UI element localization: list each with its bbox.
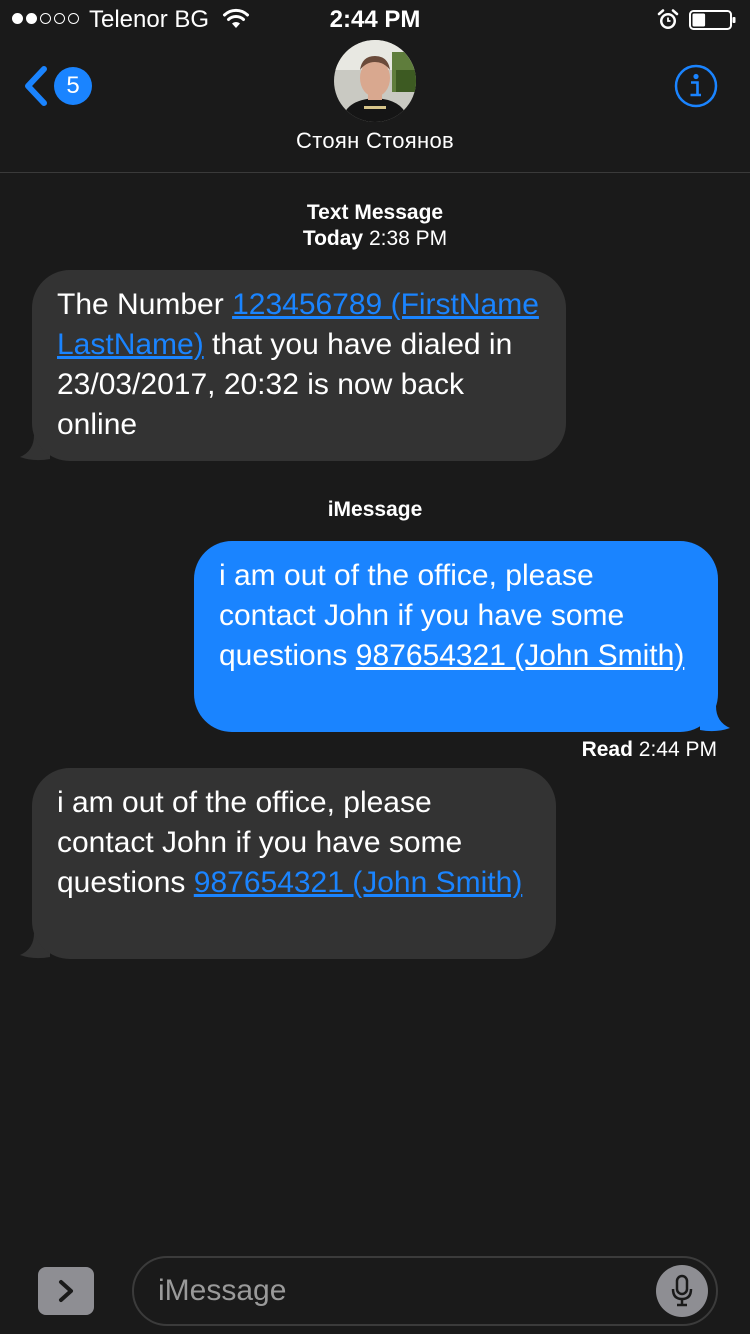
info-icon[interactable] [674, 64, 718, 108]
conversation-header: 5 Стоян Стоянов [0, 40, 750, 173]
apps-expand-button[interactable] [38, 1267, 94, 1315]
incoming-message-bubble[interactable]: i am out of the office, please contact J… [32, 768, 556, 959]
sms-label: Text Message [306, 201, 444, 224]
read-receipt: Read 2:44 PM [582, 737, 717, 763]
avatar-photo [334, 40, 416, 122]
imessage-label-text: iMessage [327, 498, 423, 521]
status-bar: Telenor BG 2:44 PM [0, 0, 750, 40]
sms-timestamp: Text Message Today 2:38 PM [0, 200, 750, 252]
compose-bar [0, 1246, 750, 1334]
phone-link[interactable]: 987654321 (John Smith) [194, 866, 523, 899]
sms-time: 2:38 PM [368, 227, 448, 250]
dictation-button[interactable] [656, 1265, 708, 1317]
incoming-message-bubble[interactable]: The Number 123456789 (FirstName LastName… [32, 270, 566, 461]
status-time: 2:44 PM [329, 6, 421, 33]
read-label: Read [581, 738, 633, 761]
contact-name[interactable]: Стоян Стоянов [0, 126, 750, 156]
microphone-icon [671, 1274, 693, 1307]
alarm-icon [657, 9, 679, 29]
outgoing-message-bubble[interactable]: i am out of the office, please contact J… [194, 541, 718, 732]
read-time: 2:44 PM [638, 738, 717, 761]
chevron-right-icon [59, 1280, 73, 1302]
unread-count-badge: 5 [54, 67, 92, 105]
chevron-left-icon [25, 66, 47, 106]
phone-link[interactable]: 987654321 (John Smith) [356, 639, 685, 672]
avatar[interactable] [334, 40, 416, 122]
sms-day: Today [302, 227, 364, 250]
imessage-label: iMessage [0, 497, 750, 523]
message-input[interactable] [132, 1256, 718, 1326]
battery-icon [689, 10, 736, 30]
back-button[interactable]: 5 [22, 64, 92, 108]
message-text: The Number [57, 288, 233, 321]
